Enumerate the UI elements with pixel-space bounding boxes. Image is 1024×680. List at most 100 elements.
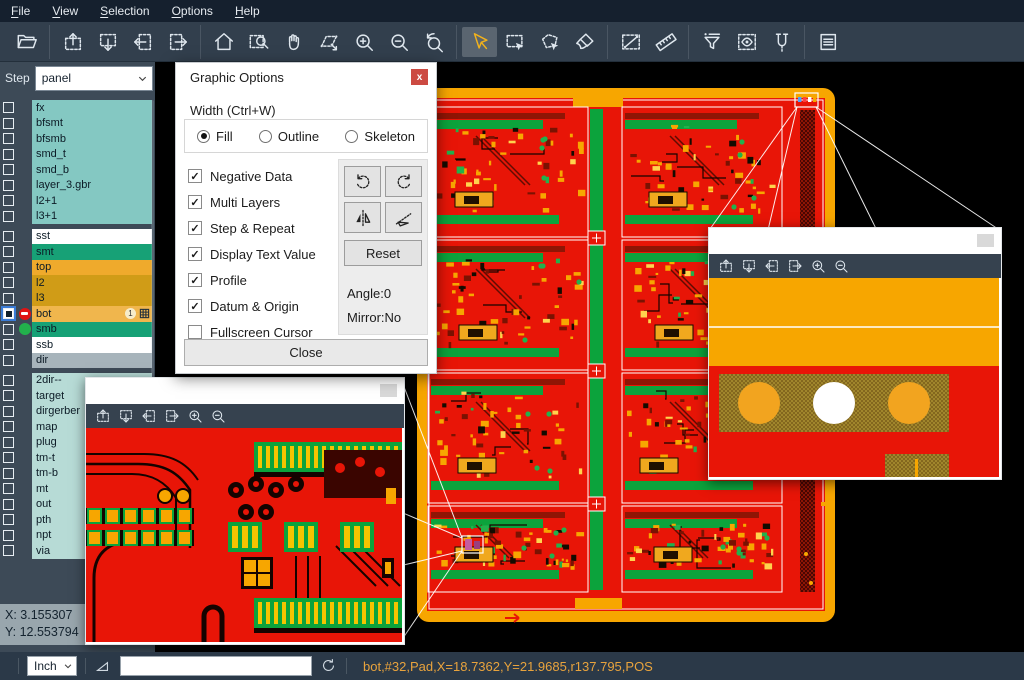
units-select[interactable]: Inch (27, 656, 77, 676)
layer-checkbox-2dir--[interactable] (3, 375, 14, 386)
layer-name-layer_3.gbr[interactable]: layer_3.gbr (32, 178, 152, 194)
layer-checkbox-npt[interactable] (3, 530, 14, 541)
magtool-pan-right-button[interactable] (164, 408, 180, 424)
rotate-ccw-button[interactable] (385, 166, 422, 197)
toolbar-snap-magnet-button[interactable] (764, 27, 799, 57)
toolbar-layers-panel-button[interactable] (810, 27, 845, 57)
rotate-cw-button[interactable] (344, 166, 381, 197)
toolbar-zoom-region-button[interactable] (241, 27, 276, 57)
magnifier-window-2[interactable] (708, 227, 1002, 480)
toolbar-view-options-button[interactable] (729, 27, 764, 57)
layer-row-ssb[interactable]: ssb (0, 337, 155, 353)
layer-checkbox-via[interactable] (3, 545, 14, 556)
toolbar-ruler-button[interactable] (648, 27, 683, 57)
layer-checkbox-tm-t[interactable] (3, 452, 14, 463)
magtool-pan-up-button[interactable] (95, 408, 111, 424)
magnifier-1-window-button[interactable] (380, 384, 397, 397)
magnifier-2-window-button[interactable] (977, 234, 994, 247)
layer-row-layer_3.gbr[interactable]: layer_3.gbr (0, 178, 155, 194)
layer-row-dir[interactable]: dir (0, 353, 155, 369)
magtool-pan-left-button[interactable] (141, 408, 157, 424)
layer-row-fx[interactable]: fx (0, 100, 155, 116)
layer-name-top[interactable]: top (32, 260, 152, 276)
flip-angle-button[interactable] (385, 202, 422, 233)
layer-row-smd_b[interactable]: smd_b (0, 162, 155, 178)
toolbar-filter-button[interactable] (694, 27, 729, 57)
toolbar-poly-select-button[interactable] (532, 27, 567, 57)
magtool-pan-up-button[interactable] (718, 258, 734, 274)
refresh-icon[interactable] (320, 657, 338, 675)
layer-checkbox-map[interactable] (3, 421, 14, 432)
layer-name-bfsmb[interactable]: bfsmb (32, 131, 152, 147)
checkbox-multi-layers[interactable]: ✓Multi Layers (188, 189, 316, 215)
toolbar-measure-distance-button[interactable] (613, 27, 648, 57)
layer-checkbox-mt[interactable] (3, 483, 14, 494)
toolbar-pan-hand-button[interactable] (276, 27, 311, 57)
layer-checkbox-dirgerber[interactable] (3, 406, 14, 417)
layer-checkbox-smd_t[interactable] (3, 149, 14, 160)
toolbar-pan-left-button[interactable] (125, 27, 160, 57)
layer-name-l2[interactable]: l2 (32, 275, 152, 291)
layer-checkbox-l3[interactable] (3, 293, 14, 304)
layer-name-ssb[interactable]: ssb (32, 337, 152, 353)
magtool-pan-down-button[interactable] (118, 408, 134, 424)
layer-checkbox-plug[interactable] (3, 437, 14, 448)
layer-checkbox-pth[interactable] (3, 514, 14, 525)
layer-checkbox-tm-b[interactable] (3, 468, 14, 479)
layer-name-bot[interactable]: bot1 (32, 306, 152, 322)
menu-options[interactable]: Options (161, 0, 224, 22)
magnifier-window-1[interactable] (85, 377, 405, 645)
command-input[interactable] (120, 656, 312, 676)
radio-fill[interactable]: Fill (197, 129, 233, 144)
toolbar-drag-view-button[interactable] (311, 27, 346, 57)
magtool-zoom-out-button[interactable] (210, 408, 226, 424)
layer-checkbox-l2+1[interactable] (3, 195, 14, 206)
layer-name-l3+1[interactable]: l3+1 (32, 209, 152, 225)
layer-checkbox-smb[interactable] (3, 324, 14, 335)
layer-row-l3[interactable]: l3 (0, 291, 155, 307)
layer-checkbox-ssb[interactable] (3, 339, 14, 350)
toolbar-zoom-previous-button[interactable] (416, 27, 451, 57)
layer-row-l2[interactable]: l2 (0, 275, 155, 291)
magtool-zoom-out-button[interactable] (833, 258, 849, 274)
dialog-close-button[interactable]: x (411, 69, 428, 85)
layer-checkbox-l3+1[interactable] (3, 211, 14, 222)
layer-checkbox-out[interactable] (3, 499, 14, 510)
layer-name-smb[interactable]: smb (32, 322, 152, 338)
magnifier-1-titlebar[interactable] (86, 378, 404, 404)
checkbox-profile[interactable]: ✓Profile (188, 267, 316, 293)
magnifier-2-titlebar[interactable] (709, 228, 1001, 254)
layer-row-bfsmt[interactable]: bfsmt (0, 116, 155, 132)
layer-name-smt[interactable]: smt (32, 244, 152, 260)
menu-help[interactable]: Help (224, 0, 271, 22)
layer-row-l3+1[interactable]: l3+1 (0, 209, 155, 225)
radio-outline[interactable]: Outline (259, 129, 319, 144)
toolbar-home-view-button[interactable] (206, 27, 241, 57)
layer-checkbox-fx[interactable] (3, 102, 14, 113)
magnifier-2-content[interactable] (709, 278, 1001, 477)
magtool-pan-left-button[interactable] (764, 258, 780, 274)
layer-name-sst[interactable]: sst (32, 229, 152, 245)
dialog-title[interactable]: Graphic Options (176, 63, 436, 91)
radio-skeleton[interactable]: Skeleton (345, 129, 415, 144)
layer-name-fx[interactable]: fx (32, 100, 152, 116)
toolbar-brush-clean-button[interactable] (567, 27, 602, 57)
toolbar-pan-up-button[interactable] (55, 27, 90, 57)
layer-name-l3[interactable]: l3 (32, 291, 152, 307)
checkbox-datum-origin[interactable]: ✓Datum & Origin (188, 293, 316, 319)
layer-checkbox-l2[interactable] (3, 277, 14, 288)
layer-name-bfsmt[interactable]: bfsmt (32, 116, 152, 132)
layer-checkbox-bfsmb[interactable] (3, 133, 14, 144)
toolbar-open-file-button[interactable] (9, 27, 44, 57)
checkbox-step-repeat[interactable]: ✓Step & Repeat (188, 215, 316, 241)
magtool-zoom-in-button[interactable] (187, 408, 203, 424)
magtool-pan-right-button[interactable] (787, 258, 803, 274)
layer-row-bfsmb[interactable]: bfsmb (0, 131, 155, 147)
layer-row-sst[interactable]: sst (0, 229, 155, 245)
magtool-zoom-in-button[interactable] (810, 258, 826, 274)
toolbar-pan-right-button[interactable] (160, 27, 195, 57)
layer-row-smt[interactable]: smt (0, 244, 155, 260)
layer-checkbox-target[interactable] (3, 390, 14, 401)
layer-name-smd_t[interactable]: smd_t (32, 147, 152, 163)
reset-button[interactable]: Reset (344, 240, 422, 266)
